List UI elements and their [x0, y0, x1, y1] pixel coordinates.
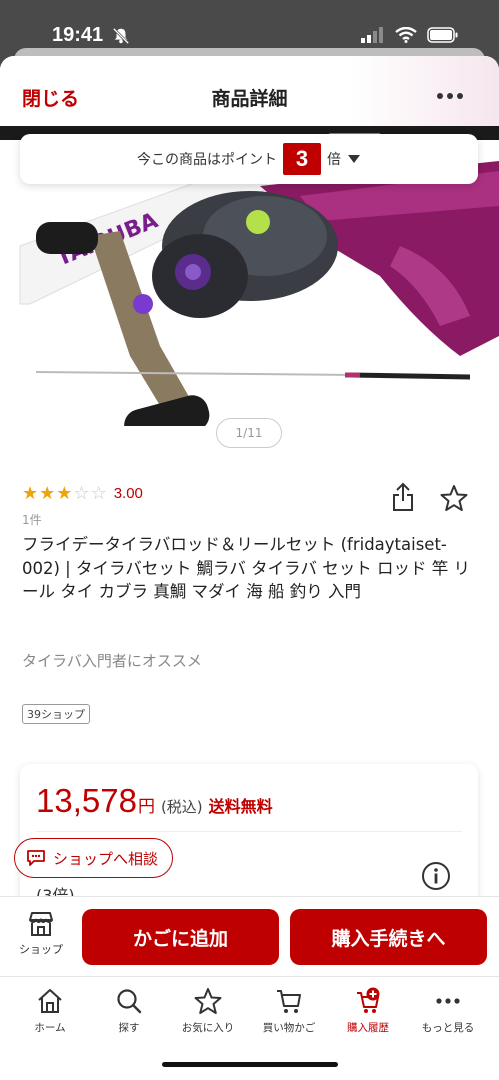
- battery-icon: [427, 27, 458, 43]
- status-time: 19:41: [52, 24, 104, 46]
- shop-button[interactable]: ショップ: [14, 911, 68, 963]
- shop-consult-button[interactable]: ショップへ相談: [14, 838, 174, 878]
- price-amount: 13,578: [36, 782, 137, 819]
- divider: [36, 831, 462, 832]
- points-banner-prefix: 今この商品はポイント: [137, 152, 277, 168]
- cart-icon: [277, 990, 301, 1013]
- price-currency: 円: [137, 797, 155, 817]
- rating-stars-icon: ★★★☆☆: [22, 483, 108, 504]
- star-icon: [194, 988, 222, 1014]
- rating-row[interactable]: ★★★☆☆ 3.00: [22, 483, 143, 504]
- points-banner[interactable]: 今この商品はポイント 3 倍: [20, 134, 478, 184]
- close-button[interactable]: 閉じる: [22, 84, 79, 111]
- add-to-cart-button[interactable]: かごに追加: [82, 909, 279, 965]
- more-menu-icon[interactable]: [435, 86, 465, 106]
- tab-cart[interactable]: 買い物かご: [249, 987, 329, 1035]
- search-icon: [117, 989, 142, 1014]
- share-icon[interactable]: [391, 482, 415, 512]
- tax-label: (税込): [160, 798, 203, 816]
- points-multiplier-badge: 3: [283, 143, 321, 175]
- image-pager: 1/11: [216, 418, 282, 448]
- history-icon: [357, 987, 380, 1013]
- tab-home[interactable]: ホーム: [10, 987, 90, 1035]
- home-indicator[interactable]: [162, 1062, 338, 1067]
- tab-label: 購入履歴: [347, 1022, 389, 1034]
- tab-label: 買い物かご: [262, 1022, 316, 1034]
- review-count[interactable]: 1件: [22, 511, 42, 528]
- more-icon: [436, 998, 460, 1004]
- chat-bubble-icon: [27, 850, 45, 866]
- tab-favorites[interactable]: お気に入り: [168, 987, 248, 1035]
- shop-icon: [29, 912, 53, 936]
- info-icon[interactable]: [421, 861, 451, 891]
- shop-button-label: ショップ: [19, 943, 63, 956]
- rating-value: 3.00: [113, 485, 143, 502]
- tab-search[interactable]: 探す: [89, 987, 169, 1035]
- catch-copy: タイラバ入門者にオススメ: [22, 652, 202, 670]
- caret-down-icon: [348, 155, 360, 163]
- tab-label: ホーム: [34, 1022, 66, 1034]
- tab-label: お気に入り: [181, 1022, 235, 1034]
- tab-more[interactable]: もっと見る: [408, 987, 488, 1035]
- tab-purchase-history[interactable]: 購入履歴: [328, 987, 408, 1035]
- checkout-button[interactable]: 購入手続きへ: [290, 909, 487, 965]
- tab-label: もっと見る: [421, 1022, 475, 1034]
- product-detail-sheet: 閉じる 商品詳細 TAIRUBA: [0, 56, 499, 1080]
- nav-header: 閉じる 商品詳細: [0, 56, 499, 126]
- signal-icon: [361, 27, 383, 43]
- status-icons: [361, 27, 459, 43]
- favorite-star-icon[interactable]: [440, 484, 468, 512]
- shop-tag-badge: 39ショップ: [22, 704, 90, 724]
- price-row: 13,578 円 (税込) 送料無料: [36, 782, 273, 820]
- wifi-icon: [395, 27, 417, 43]
- tab-label: 探す: [118, 1022, 140, 1034]
- points-banner-suffix: 倍: [327, 152, 341, 168]
- action-bar: ショップ かごに追加 購入手続きへ: [0, 896, 499, 976]
- home-icon: [38, 989, 62, 1013]
- status-bar: 19:41: [0, 0, 499, 54]
- product-title: フライデータイラバロッド＆リールセット (fridaytaiset-002) |…: [22, 535, 470, 601]
- bell-off-icon: [112, 27, 130, 45]
- shop-consult-label: ショップへ相談: [53, 849, 159, 868]
- free-shipping-label: 送料無料: [208, 797, 273, 816]
